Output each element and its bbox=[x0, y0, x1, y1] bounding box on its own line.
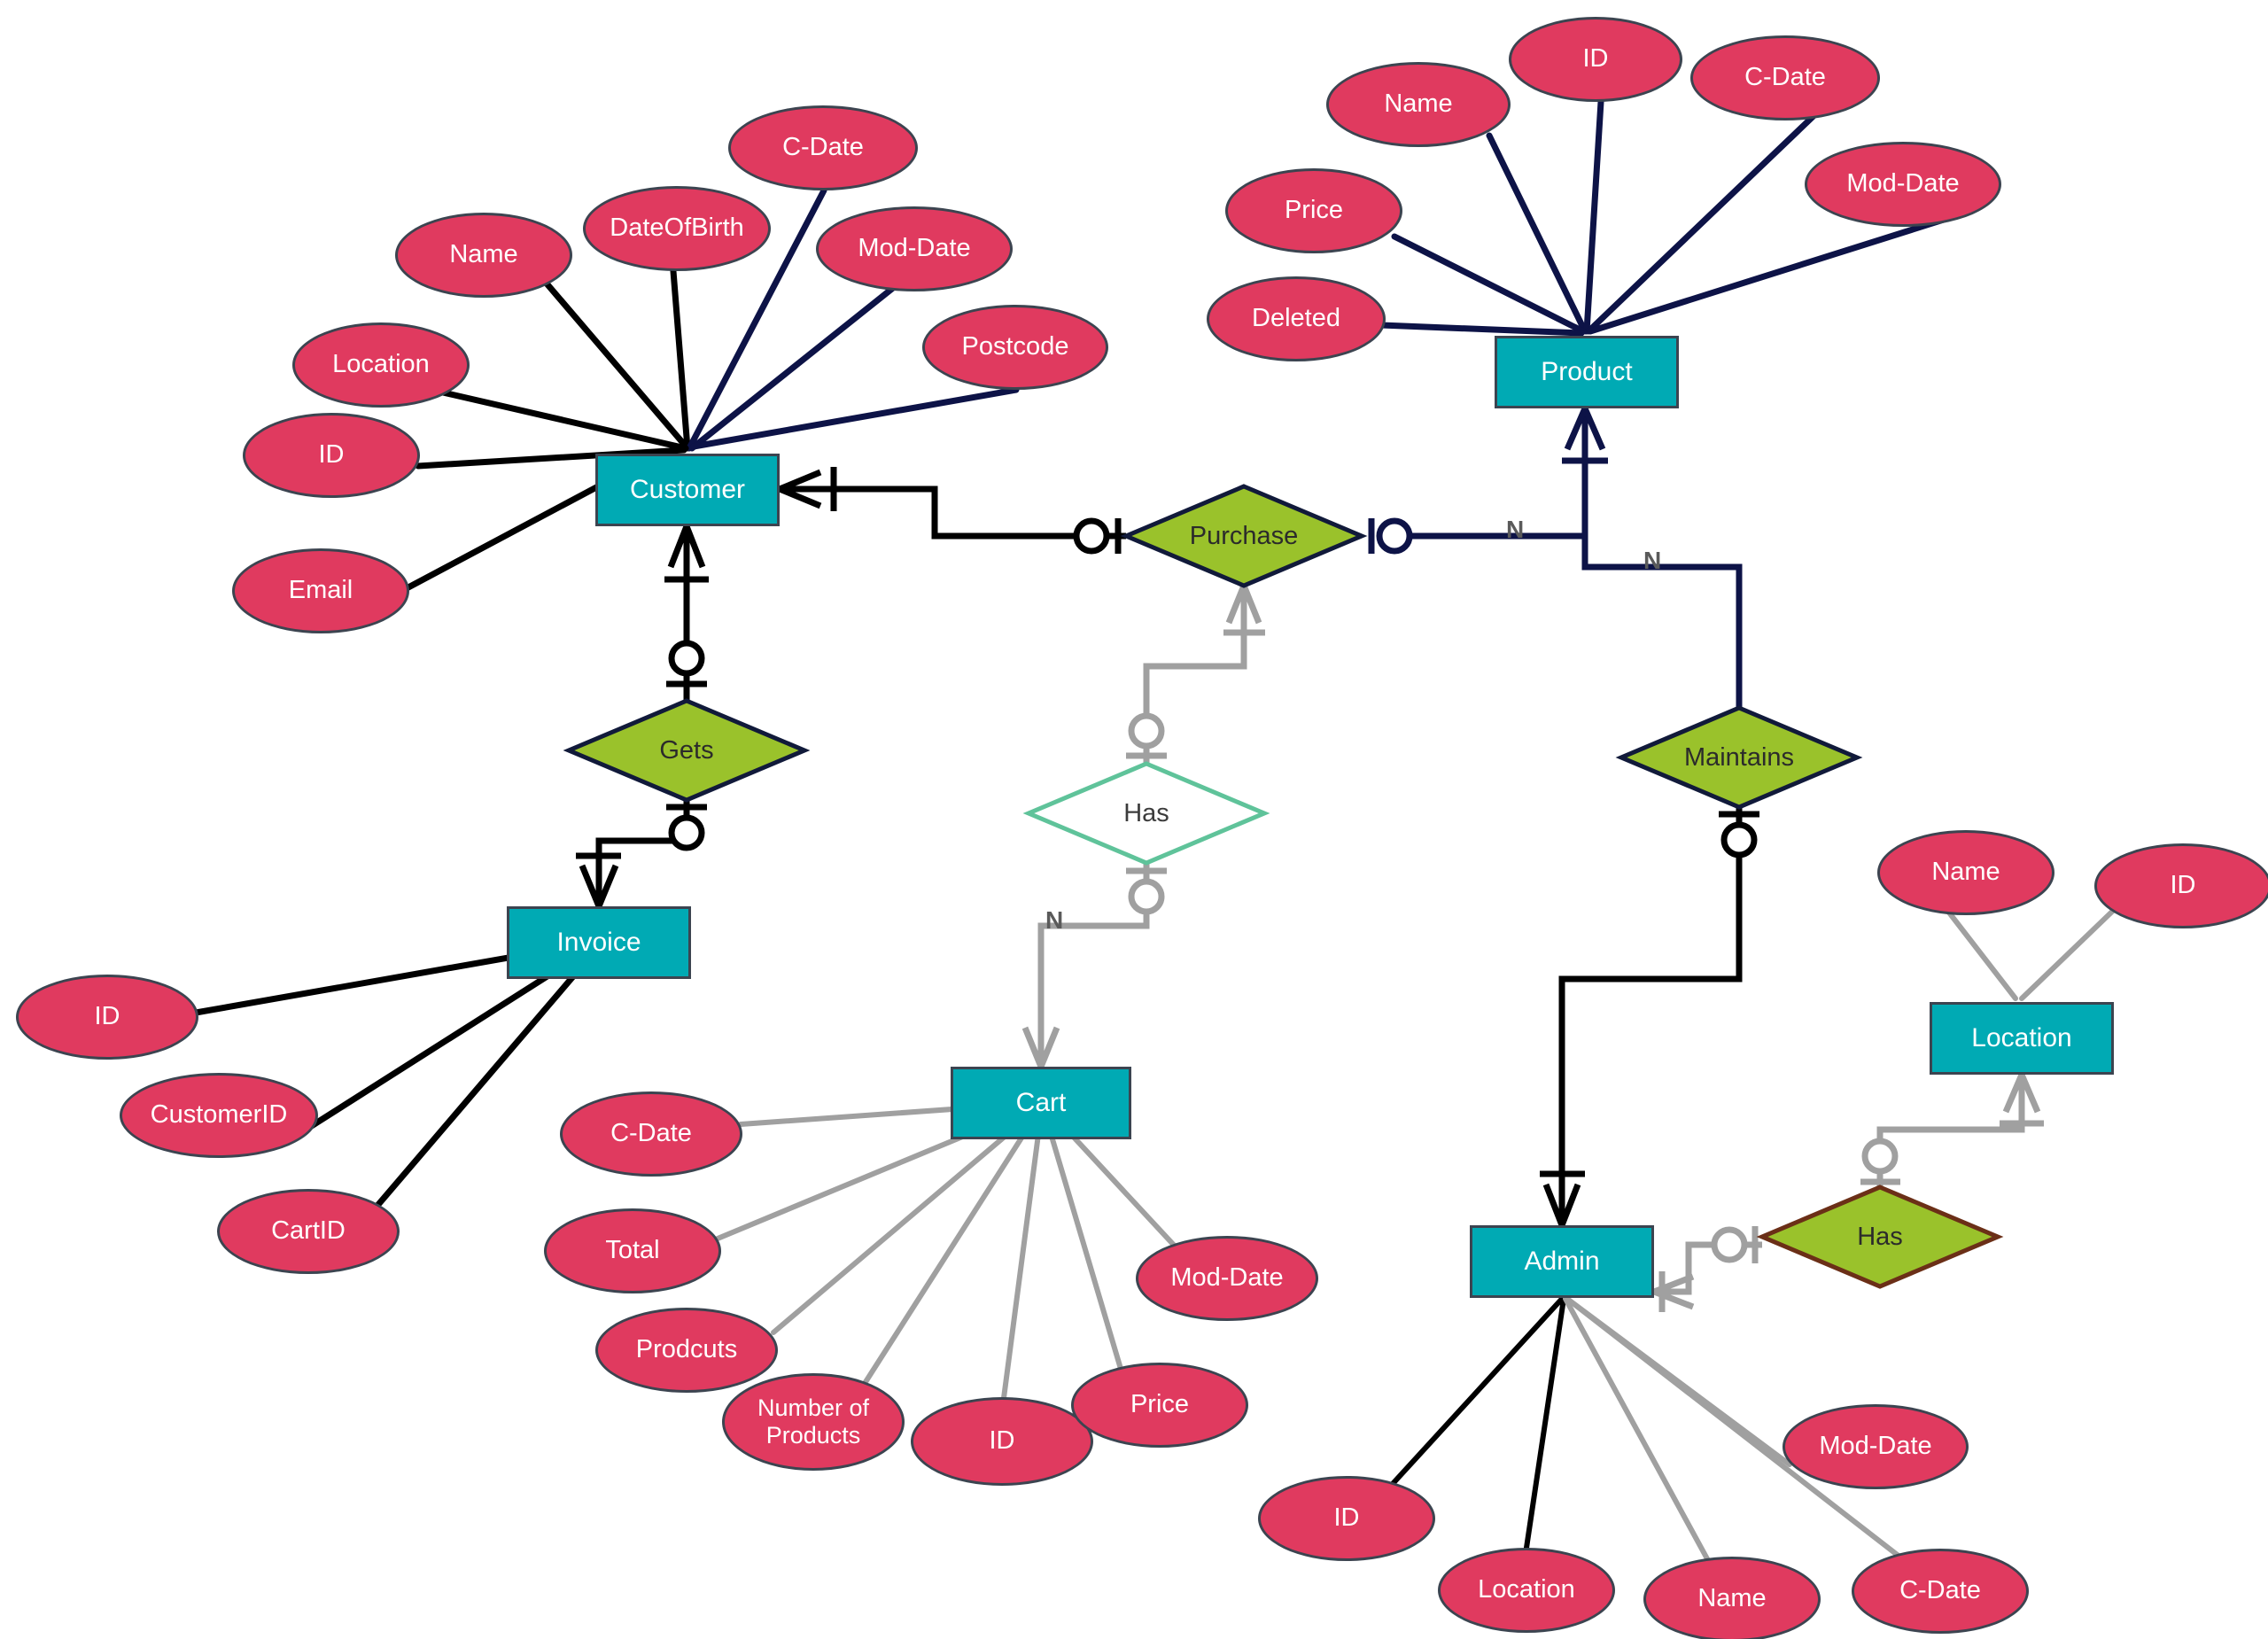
cardinality-label-product-maintains: N bbox=[1643, 547, 1662, 574]
attribute-product-deleted[interactable]: Deleted bbox=[1207, 276, 1386, 361]
relationship-shapes bbox=[563, 484, 2004, 1289]
attribute-cart-mod-date[interactable]: Mod-Date bbox=[1136, 1236, 1318, 1321]
attribute-product-c-date[interactable]: C-Date bbox=[1690, 35, 1880, 120]
attribute-customer-name[interactable]: Name bbox=[395, 213, 572, 298]
attribute-admin-name[interactable]: Name bbox=[1643, 1557, 1821, 1639]
relationship-gets-shape[interactable] bbox=[563, 698, 811, 803]
cart-attribute-lines bbox=[715, 1100, 1184, 1401]
cardinality-label-has-cart: N bbox=[1045, 906, 1064, 934]
attribute-customer-c-date[interactable]: C-Date bbox=[728, 105, 918, 190]
entity-invoice-label: Invoice bbox=[556, 927, 641, 957]
attribute-admin-id[interactable]: ID bbox=[1258, 1476, 1435, 1561]
attribute-invoice-id[interactable]: ID bbox=[16, 975, 198, 1060]
entity-product-label: Product bbox=[1541, 356, 1633, 386]
entity-location[interactable]: Location bbox=[1930, 1002, 2114, 1075]
entity-cart[interactable]: Cart bbox=[951, 1067, 1131, 1139]
link-gets-invoice bbox=[595, 800, 690, 902]
entity-customer-label: Customer bbox=[629, 474, 746, 504]
attribute-cart-total[interactable]: Total bbox=[544, 1208, 721, 1293]
attribute-cart-c-date[interactable]: C-Date bbox=[560, 1091, 742, 1177]
attribute-cart-prodcuts[interactable]: Prodcuts bbox=[595, 1308, 778, 1393]
relationship-purchase-shape[interactable] bbox=[1120, 484, 1368, 588]
link-location-hasadmin bbox=[1876, 1075, 2025, 1187]
attribute-product-mod-date[interactable]: Mod-Date bbox=[1805, 142, 2001, 227]
link-product-maintains bbox=[1581, 536, 1743, 708]
attribute-customer-postcode[interactable]: Postcode bbox=[922, 305, 1108, 390]
entity-cart-label: Cart bbox=[1015, 1087, 1067, 1117]
location-attribute-lines bbox=[1946, 908, 2116, 1001]
attribute-product-price[interactable]: Price bbox=[1225, 168, 1402, 253]
link-maintains-admin bbox=[1558, 807, 1743, 1221]
attribute-cart-id[interactable]: ID bbox=[911, 1397, 1093, 1486]
attribute-product-name[interactable]: Name bbox=[1326, 62, 1511, 147]
relationship-has-admin-shape[interactable] bbox=[1756, 1185, 2004, 1289]
attribute-customer-dateofbirth[interactable]: DateOfBirth bbox=[583, 186, 771, 271]
attribute-customer-id[interactable]: ID bbox=[243, 413, 420, 498]
entity-location-label: Location bbox=[1971, 1022, 2072, 1053]
link-purchase-product bbox=[1384, 408, 1588, 540]
attribute-admin-c-date[interactable]: C-Date bbox=[1852, 1549, 2029, 1634]
entity-product[interactable]: Product bbox=[1495, 336, 1679, 408]
attribute-invoice-cartid[interactable]: CartID bbox=[217, 1189, 400, 1274]
attribute-cart-number-of-products-label: Number of Products bbox=[757, 1394, 870, 1449]
er-diagram-canvas: Customer Product Invoice Cart Admin Loca… bbox=[0, 0, 2268, 1639]
attribute-cart-number-of-products[interactable]: Number of Products bbox=[722, 1373, 905, 1471]
relationship-maintains-shape[interactable] bbox=[1615, 705, 1863, 810]
relationship-has-cart-shape[interactable] bbox=[1022, 761, 1270, 866]
attribute-customer-mod-date[interactable]: Mod-Date bbox=[816, 206, 1013, 291]
entity-customer[interactable]: Customer bbox=[595, 454, 780, 526]
cardinality-label-product-purchase: N bbox=[1506, 516, 1525, 543]
attribute-product-id[interactable]: ID bbox=[1509, 17, 1682, 102]
attribute-location-name[interactable]: Name bbox=[1877, 830, 2054, 915]
attribute-cart-price[interactable]: Price bbox=[1071, 1363, 1248, 1448]
attribute-customer-email[interactable]: Email bbox=[232, 548, 409, 633]
entity-invoice[interactable]: Invoice bbox=[507, 906, 691, 979]
attribute-location-id[interactable]: ID bbox=[2094, 843, 2268, 928]
attribute-admin-location[interactable]: Location bbox=[1438, 1548, 1615, 1633]
optional-one-purchase-right bbox=[1368, 517, 1413, 555]
entity-admin-label: Admin bbox=[1524, 1246, 1600, 1276]
attribute-customer-location[interactable]: Location bbox=[292, 322, 470, 408]
entity-admin[interactable]: Admin bbox=[1470, 1225, 1654, 1298]
attribute-invoice-customerid[interactable]: CustomerID bbox=[120, 1073, 318, 1158]
attribute-admin-mod-date[interactable]: Mod-Date bbox=[1783, 1404, 1969, 1489]
